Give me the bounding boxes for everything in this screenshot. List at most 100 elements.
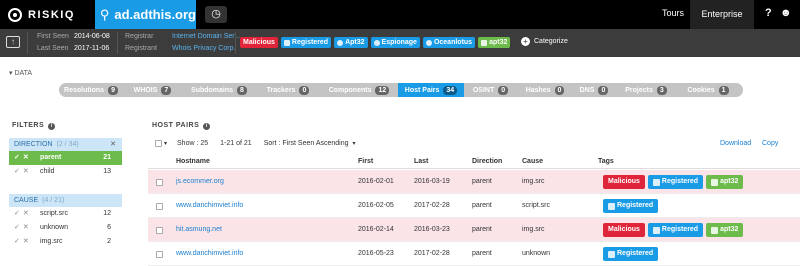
first-seen-cell: 2016-05-23: [358, 250, 394, 257]
hostname-link[interactable]: js.ecommer.org: [176, 178, 224, 185]
tab-projects[interactable]: Projects 3: [615, 83, 677, 97]
check-icon[interactable]: ✓: [14, 168, 20, 175]
last-seen-cell: 2017-02-28: [414, 202, 450, 209]
cause-cell: img.src: [522, 178, 545, 185]
tab-cookies[interactable]: Cookies 1: [677, 83, 739, 97]
tag-apt32[interactable]: apt32: [706, 223, 744, 237]
direction-cell: parent: [472, 202, 492, 209]
globe-icon: [425, 39, 432, 46]
filter-item-script-src[interactable]: ✓ ✕ script.src 12: [9, 207, 122, 221]
tag-apt32[interactable]: apt32: [706, 175, 744, 189]
help-icon[interactable]: ?: [765, 7, 772, 19]
tab-trackers[interactable]: Trackers 0: [256, 83, 320, 97]
hostname-link[interactable]: www.danchimviet.info: [176, 250, 243, 257]
search-icon[interactable]: ⚲: [99, 7, 110, 23]
tab-osint[interactable]: OSINT 0: [464, 83, 517, 97]
exclude-icon[interactable]: ✕: [23, 154, 29, 161]
check-icon[interactable]: ✓: [14, 238, 20, 245]
tag-registered[interactable]: Registered: [647, 175, 704, 189]
filter-item-child[interactable]: ✓ ✕ child 13: [9, 165, 122, 179]
table-row: www.danchimviet.info 2016-02-05 2017-02-…: [148, 194, 800, 218]
tag-registered[interactable]: Registered: [647, 223, 704, 237]
tag-registered[interactable]: Registered: [280, 37, 332, 48]
folder-icon[interactable]: ↑: [6, 36, 20, 48]
download-link[interactable]: Download: [720, 140, 751, 147]
cause-cell: unknown: [522, 250, 551, 257]
exclude-icon[interactable]: ✕: [23, 238, 29, 245]
cause-filter-header[interactable]: CAUSE (4 / 21): [9, 194, 122, 207]
row-checkbox[interactable]: [156, 227, 163, 234]
tab-hashes[interactable]: Hashes 0: [517, 83, 573, 97]
last-seen-cell: 2017-02-28: [414, 250, 450, 257]
column-direction[interactable]: Direction: [472, 158, 502, 165]
history-button[interactable]: ◷: [205, 6, 227, 23]
hostname-link[interactable]: www.danchimviet.info: [176, 202, 243, 209]
registrant-link[interactable]: Whois Privacy Corp.: [172, 45, 235, 52]
tab-components[interactable]: Components 12: [320, 83, 398, 97]
tag-malicious[interactable]: Malicious: [240, 37, 278, 48]
tag-malicious[interactable]: Malicious: [603, 175, 645, 189]
exclude-icon[interactable]: ✕: [23, 224, 29, 231]
copy-link[interactable]: Copy: [762, 140, 778, 147]
filter-item-unknown[interactable]: ✓ ✕ unknown 6: [9, 221, 122, 235]
caret-down-icon[interactable]: ▾: [164, 140, 167, 147]
cause-cell: img.src: [522, 226, 545, 233]
row-checkbox[interactable]: [156, 203, 163, 210]
plus-icon: +: [521, 37, 530, 46]
close-icon[interactable]: ✕: [110, 138, 116, 151]
tag-espionage[interactable]: Espionage: [370, 37, 420, 48]
sort-select[interactable]: Sort : First Seen Ascending: [264, 140, 349, 147]
check-icon[interactable]: ✓: [14, 224, 20, 231]
tag-apt32-user[interactable]: apt32: [478, 37, 511, 48]
result-range: 1-21 of 21: [220, 140, 252, 147]
registered-icon: [652, 178, 660, 186]
filters-heading: FILTERS i: [12, 122, 56, 130]
data-section-toggle[interactable]: ▾ DATA: [9, 69, 32, 77]
exclude-icon[interactable]: ✕: [23, 210, 29, 217]
info-icon[interactable]: i: [203, 123, 211, 130]
divider: [117, 32, 118, 54]
tag-malicious[interactable]: Malicious: [603, 223, 645, 237]
tab-host-pairs[interactable]: Host Pairs 34: [398, 83, 464, 97]
check-icon[interactable]: ✓: [14, 210, 20, 217]
tag-apt32[interactable]: Apt32: [334, 37, 368, 48]
categorize-button[interactable]: + Categorize: [521, 37, 568, 46]
exclude-icon[interactable]: ✕: [23, 168, 29, 175]
tours-link[interactable]: Tours: [662, 8, 684, 18]
first-seen-cell: 2016-02-14: [358, 226, 394, 233]
column-cause[interactable]: Cause: [522, 158, 543, 165]
table-row: hit.asmung.net 2016-02-14 2016-03-23 par…: [148, 218, 800, 242]
info-icon[interactable]: i: [48, 123, 56, 130]
column-hostname[interactable]: Hostname: [176, 158, 210, 165]
tab-whois[interactable]: WHOIS 7: [123, 83, 182, 97]
row-tags: Malicious Registered apt32: [603, 223, 744, 237]
row-checkbox[interactable]: [156, 251, 163, 258]
search-box[interactable]: ⚲ ad.adthis.org: [95, 0, 196, 29]
tag-registered[interactable]: Registered: [603, 199, 659, 213]
hostname-link[interactable]: hit.asmung.net: [176, 226, 222, 233]
filter-item-parent[interactable]: ✓ ✕ parent 21: [9, 151, 122, 165]
filter-item-img-src[interactable]: ✓ ✕ img.src 2: [9, 235, 122, 249]
direction-filter-header[interactable]: DIRECTION (2 / 34) ✕: [9, 138, 122, 151]
tag-registered[interactable]: Registered: [603, 247, 659, 261]
registrar-link[interactable]: Internet Domain Ser...: [172, 33, 240, 40]
row-tags: Malicious Registered apt32: [603, 175, 744, 189]
check-icon[interactable]: ✓: [14, 154, 20, 161]
riskiq-logo[interactable]: RISKIQ: [8, 7, 75, 23]
column-first[interactable]: First: [358, 158, 373, 165]
enterprise-menu[interactable]: Enterprise: [690, 0, 754, 29]
tag-oceanlotus[interactable]: Oceanlotus: [422, 37, 476, 48]
tab-subdomains[interactable]: Subdomains 8: [182, 83, 256, 97]
select-all-checkbox[interactable]: [155, 140, 162, 147]
cause-cell: script.src: [522, 202, 550, 209]
search-query[interactable]: ad.adthis.org: [114, 7, 196, 22]
column-last[interactable]: Last: [414, 158, 428, 165]
row-tags: Registered: [603, 247, 659, 261]
page-size-select[interactable]: Show : 25: [177, 140, 208, 147]
host-pairs-heading: HOST PAIRS i: [152, 122, 211, 130]
row-checkbox[interactable]: [156, 179, 163, 186]
tab-dns[interactable]: DNS 0: [573, 83, 615, 97]
user-icon[interactable]: ☻: [780, 7, 792, 19]
tab-resolutions[interactable]: Resolutions 9: [59, 83, 123, 97]
caret-down-icon[interactable]: ▾: [353, 140, 356, 147]
